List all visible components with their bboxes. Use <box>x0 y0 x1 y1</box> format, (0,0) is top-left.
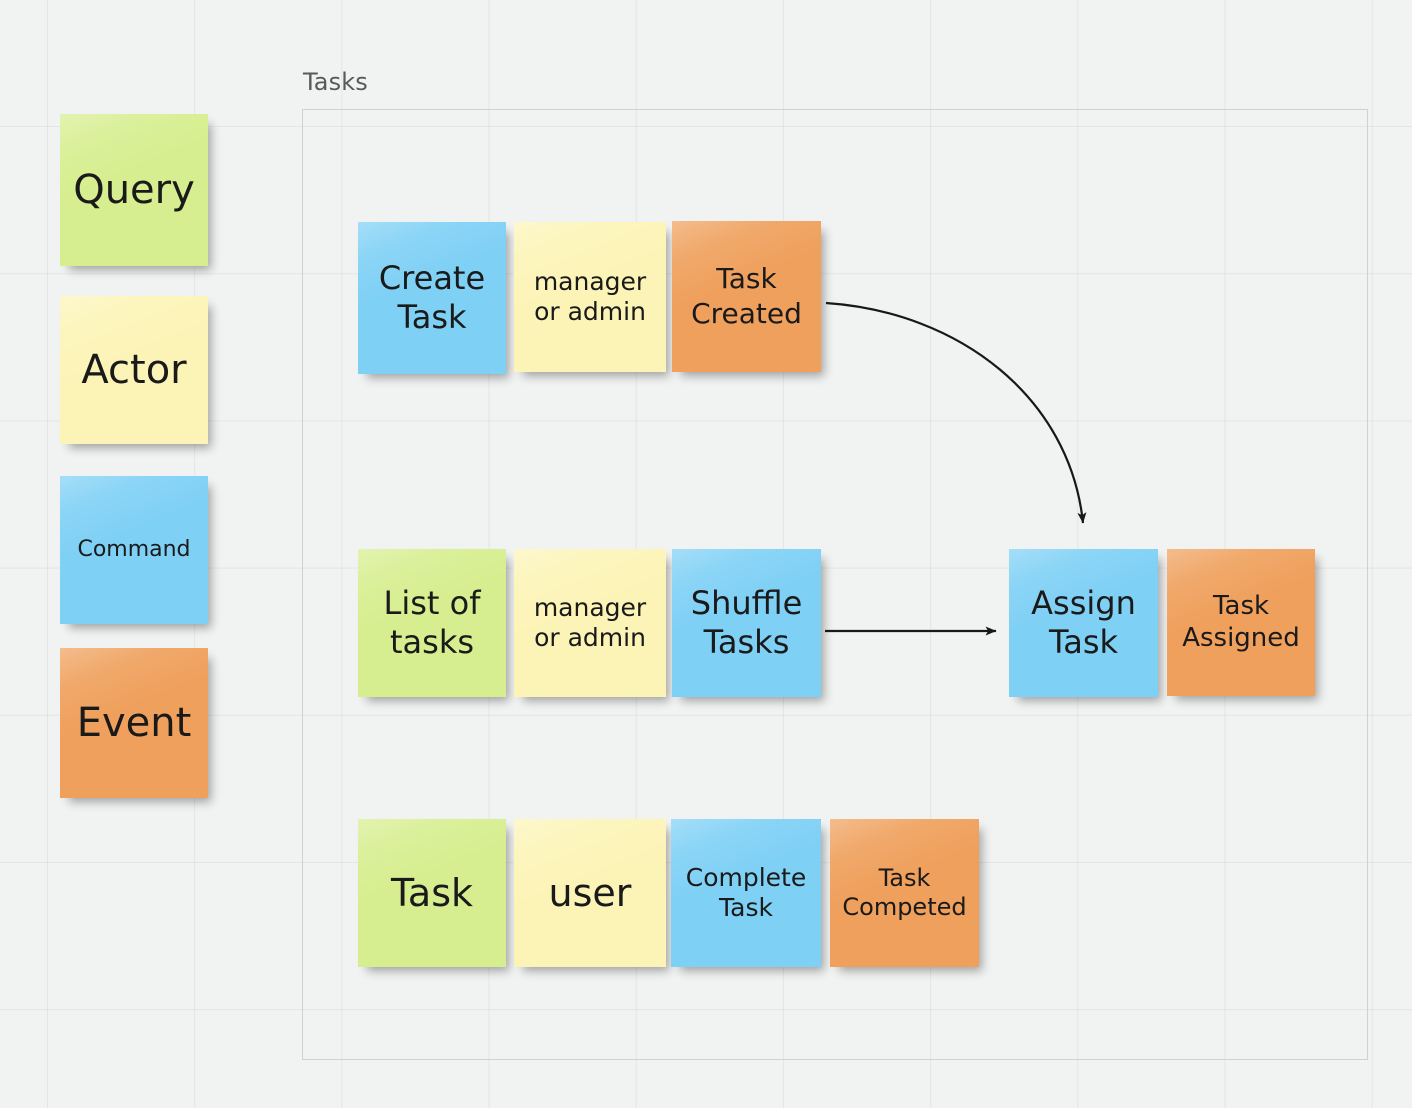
note-label: List of tasks <box>383 583 481 661</box>
legend-note-command[interactable]: Command <box>60 476 208 624</box>
note-label: Complete Task <box>685 862 807 923</box>
note-label: manager or admin <box>533 592 647 653</box>
note-label: Task Competed <box>842 863 967 921</box>
note-complete-task[interactable]: Complete Task <box>671 819 821 967</box>
note-shuffle-tasks[interactable]: Shuffle Tasks <box>672 549 821 697</box>
note-label: Actor <box>81 346 187 393</box>
legend-note-actor[interactable]: Actor <box>60 296 208 444</box>
note-label: Task <box>390 870 473 915</box>
note-label: Event <box>76 699 192 746</box>
note-label: Task Assigned <box>1182 590 1300 653</box>
note-task-competed[interactable]: Task Competed <box>830 819 979 967</box>
note-label: Shuffle Tasks <box>690 583 803 661</box>
note-list-of-tasks[interactable]: List of tasks <box>358 549 506 697</box>
note-label: Task Created <box>691 262 802 330</box>
group-label-tasks: Tasks <box>303 68 368 96</box>
event-storming-canvas: Tasks Query Actor Command Event Create Task… <box>0 0 1412 1108</box>
note-label: Create Task <box>378 258 486 336</box>
note-label: user <box>548 870 632 915</box>
note-assign-task[interactable]: Assign Task <box>1009 549 1158 697</box>
note-label: Assign Task <box>1031 583 1136 661</box>
note-label: Query <box>73 166 195 213</box>
note-manager-or-admin[interactable]: manager or admin <box>514 222 666 372</box>
note-label: manager or admin <box>533 266 647 327</box>
legend-note-event[interactable]: Event <box>60 648 208 798</box>
note-manager-or-admin[interactable]: manager or admin <box>514 549 666 697</box>
note-task-assigned[interactable]: Task Assigned <box>1167 549 1315 696</box>
note-user[interactable]: user <box>514 819 666 967</box>
note-label: Command <box>77 536 191 562</box>
note-task[interactable]: Task <box>358 819 506 967</box>
legend-note-query[interactable]: Query <box>60 114 208 266</box>
note-task-created[interactable]: Task Created <box>672 221 821 372</box>
note-create-task[interactable]: Create Task <box>358 222 506 374</box>
